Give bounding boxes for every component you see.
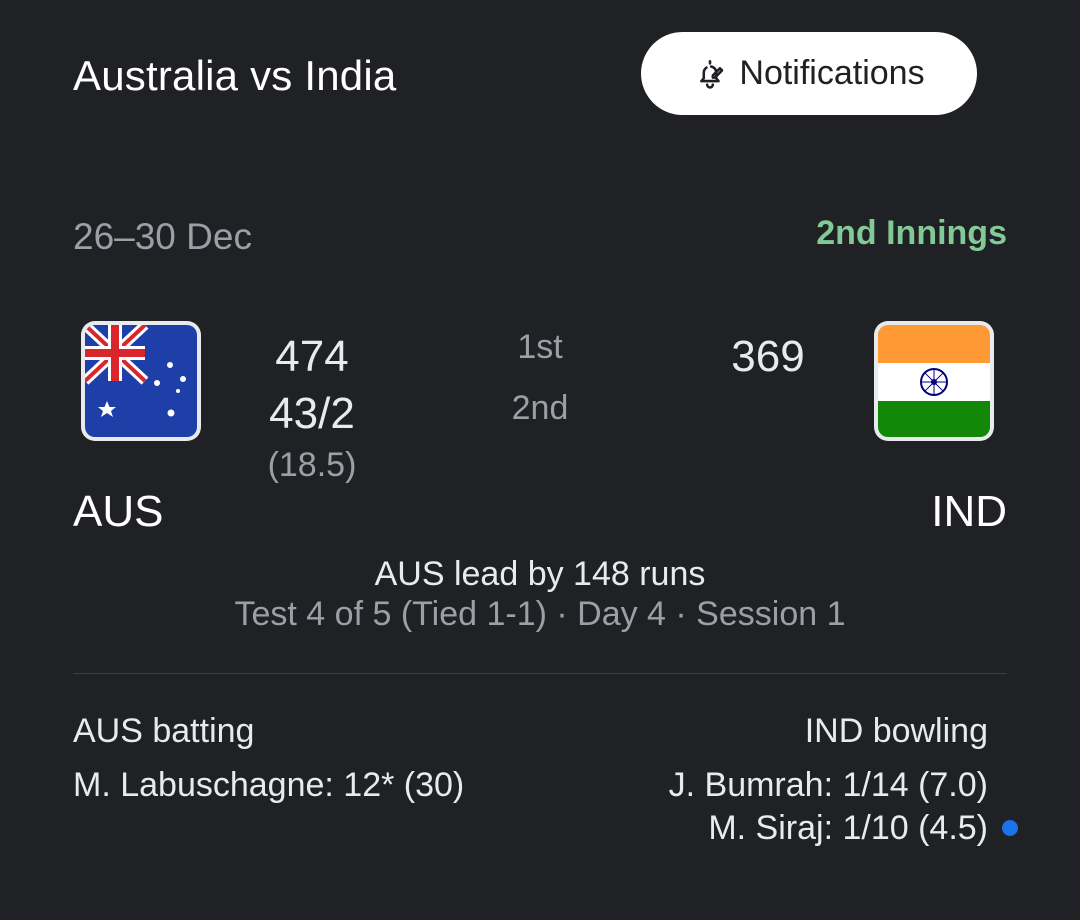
batter-row: M. Labuschagne: 12* (30) [73,766,465,804]
notifications-button[interactable]: Notifications [641,32,977,115]
australia-flag-icon [81,321,201,441]
current-bowler-indicator [1002,820,1018,836]
lead-summary: AUS lead by 148 runs [374,555,706,593]
notifications-label: Notifications [739,54,925,92]
team-aus-label: AUS [73,487,164,536]
aus-overs: (18.5) [267,446,357,484]
bell-edit-icon [700,59,724,89]
bowler-row: M. Siraj: 1/10 (4.5) [708,809,988,847]
divider [73,673,1007,674]
batting-heading: AUS batting [73,712,255,750]
match-title: Australia vs India [73,52,397,99]
innings-label-2nd: 2nd [511,389,569,427]
aus-first-innings-score: 474 [275,332,349,381]
series-status: Test 4 of 5 (Tied 1-1) · Day 4 · Session… [234,595,846,633]
bowling-heading: IND bowling [804,712,988,750]
aus-second-innings-score: 43/2 [269,389,355,438]
match-dates: 26–30 Dec [73,216,252,257]
ind-first-innings-score: 369 [731,332,805,381]
india-flag-icon [874,321,994,441]
team-ind-label: IND [931,487,1007,536]
innings-label-1st: 1st [517,328,563,366]
bowler-row: J. Bumrah: 1/14 (7.0) [668,766,988,804]
innings-status: 2nd Innings [816,214,1007,252]
